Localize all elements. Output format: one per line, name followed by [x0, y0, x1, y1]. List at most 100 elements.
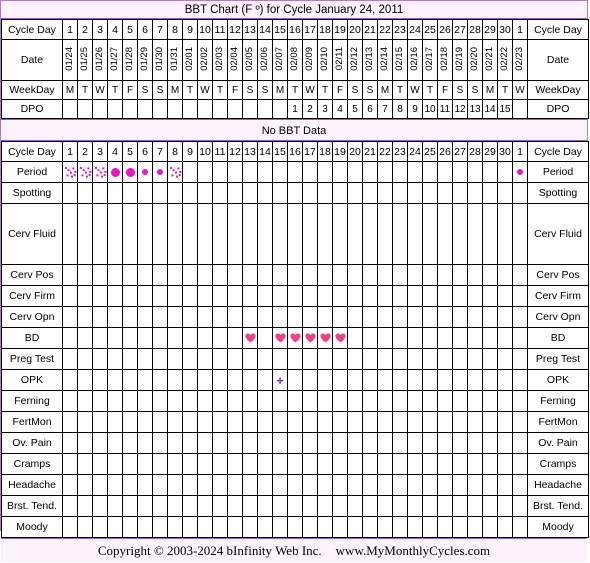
cell-headache-26[interactable]: [437, 474, 453, 496]
cell-cerv-fluid-22[interactable]: [377, 203, 393, 265]
cell-bd-21[interactable]: [362, 327, 378, 349]
cell-ferning-21[interactable]: [362, 390, 378, 412]
cell-cerv-fluid-25[interactable]: [422, 203, 438, 265]
cell-headache-28[interactable]: [467, 474, 483, 496]
cell-cerv-firm-7[interactable]: [152, 285, 168, 307]
cell-bd-16[interactable]: [287, 327, 303, 349]
cell-preg-test-17[interactable]: [302, 348, 318, 370]
cell-fertmon-23[interactable]: [392, 411, 408, 433]
cell-cerv-firm-14[interactable]: [257, 285, 273, 307]
cell-opk-1[interactable]: [62, 369, 78, 391]
cell-period-3[interactable]: [92, 161, 108, 183]
cell-ferning-25[interactable]: [422, 390, 438, 412]
cell-cerv-firm-15[interactable]: [272, 285, 288, 307]
cell-ov-pain-4[interactable]: [107, 432, 123, 454]
cell-cerv-opn-16[interactable]: [287, 306, 303, 328]
cell-ov-pain-2[interactable]: [77, 432, 93, 454]
cell-cerv-opn-26[interactable]: [437, 306, 453, 328]
cell-spotting-13[interactable]: [242, 182, 258, 204]
cell-cerv-firm-22[interactable]: [377, 285, 393, 307]
cell-fertmon-15[interactable]: [272, 411, 288, 433]
cell-fertmon-1[interactable]: [62, 411, 78, 433]
cell-brst-tend-20[interactable]: [347, 495, 363, 517]
cell-brst-tend-26[interactable]: [437, 495, 453, 517]
cell-cerv-firm-20[interactable]: [347, 285, 363, 307]
cell-cerv-pos-3[interactable]: [92, 264, 108, 286]
cell-cerv-opn-27[interactable]: [452, 306, 468, 328]
cell-ov-pain-17[interactable]: [302, 432, 318, 454]
cell-brst-tend-15[interactable]: [272, 495, 288, 517]
cell-cerv-fluid-5[interactable]: [122, 203, 138, 265]
cell-fertmon-17[interactable]: [302, 411, 318, 433]
cell-period-4[interactable]: [107, 161, 123, 183]
cell-cerv-fluid-19[interactable]: [332, 203, 348, 265]
cell-headache-1[interactable]: [62, 474, 78, 496]
cell-moody-16[interactable]: [287, 516, 303, 538]
cell-preg-test-31[interactable]: [512, 348, 528, 370]
cell-spotting-4[interactable]: [107, 182, 123, 204]
cell-spotting-28[interactable]: [467, 182, 483, 204]
cell-ferning-13[interactable]: [242, 390, 258, 412]
cell-cramps-9[interactable]: [182, 453, 198, 475]
cell-headache-21[interactable]: [362, 474, 378, 496]
cell-ferning-12[interactable]: [227, 390, 243, 412]
cell-brst-tend-24[interactable]: [407, 495, 423, 517]
cell-ov-pain-10[interactable]: [197, 432, 213, 454]
cell-ferning-11[interactable]: [212, 390, 228, 412]
cell-cerv-opn-29[interactable]: [482, 306, 498, 328]
cell-cerv-opn-7[interactable]: [152, 306, 168, 328]
cell-spotting-12[interactable]: [227, 182, 243, 204]
cell-cerv-fluid-28[interactable]: [467, 203, 483, 265]
cell-cerv-pos-2[interactable]: [77, 264, 93, 286]
cell-ferning-30[interactable]: [497, 390, 513, 412]
cell-moody-5[interactable]: [122, 516, 138, 538]
cell-cerv-pos-15[interactable]: [272, 264, 288, 286]
cell-cerv-pos-27[interactable]: [452, 264, 468, 286]
cell-cerv-firm-27[interactable]: [452, 285, 468, 307]
cell-headache-25[interactable]: [422, 474, 438, 496]
cell-cerv-opn-5[interactable]: [122, 306, 138, 328]
cell-ferning-14[interactable]: [257, 390, 273, 412]
cell-headache-29[interactable]: [482, 474, 498, 496]
cell-ferning-22[interactable]: [377, 390, 393, 412]
cell-opk-5[interactable]: [122, 369, 138, 391]
cell-fertmon-21[interactable]: [362, 411, 378, 433]
cell-moody-6[interactable]: [137, 516, 153, 538]
cell-opk-19[interactable]: [332, 369, 348, 391]
cell-period-9[interactable]: [182, 161, 198, 183]
cell-fertmon-9[interactable]: [182, 411, 198, 433]
cell-opk-12[interactable]: [227, 369, 243, 391]
cell-bd-6[interactable]: [137, 327, 153, 349]
cell-spotting-8[interactable]: [167, 182, 183, 204]
cell-moody-27[interactable]: [452, 516, 468, 538]
cell-ov-pain-22[interactable]: [377, 432, 393, 454]
cell-headache-7[interactable]: [152, 474, 168, 496]
cell-brst-tend-16[interactable]: [287, 495, 303, 517]
cell-opk-26[interactable]: [437, 369, 453, 391]
cell-period-1[interactable]: [62, 161, 78, 183]
cell-period-28[interactable]: [467, 161, 483, 183]
cell-cerv-firm-8[interactable]: [167, 285, 183, 307]
cell-ov-pain-15[interactable]: [272, 432, 288, 454]
cell-headache-17[interactable]: [302, 474, 318, 496]
cell-cerv-opn-9[interactable]: [182, 306, 198, 328]
cell-preg-test-7[interactable]: [152, 348, 168, 370]
cell-cerv-pos-12[interactable]: [227, 264, 243, 286]
cell-bd-1[interactable]: [62, 327, 78, 349]
cell-period-8[interactable]: [167, 161, 183, 183]
cell-cramps-21[interactable]: [362, 453, 378, 475]
cell-moody-9[interactable]: [182, 516, 198, 538]
cell-opk-22[interactable]: [377, 369, 393, 391]
cell-ov-pain-31[interactable]: [512, 432, 528, 454]
cell-headache-9[interactable]: [182, 474, 198, 496]
cell-cerv-pos-5[interactable]: [122, 264, 138, 286]
cell-ov-pain-9[interactable]: [182, 432, 198, 454]
cell-cerv-firm-31[interactable]: [512, 285, 528, 307]
cell-headache-20[interactable]: [347, 474, 363, 496]
cell-moody-31[interactable]: [512, 516, 528, 538]
cell-ferning-18[interactable]: [317, 390, 333, 412]
cell-bd-26[interactable]: [437, 327, 453, 349]
cell-cerv-opn-3[interactable]: [92, 306, 108, 328]
cell-cerv-pos-10[interactable]: [197, 264, 213, 286]
cell-opk-3[interactable]: [92, 369, 108, 391]
